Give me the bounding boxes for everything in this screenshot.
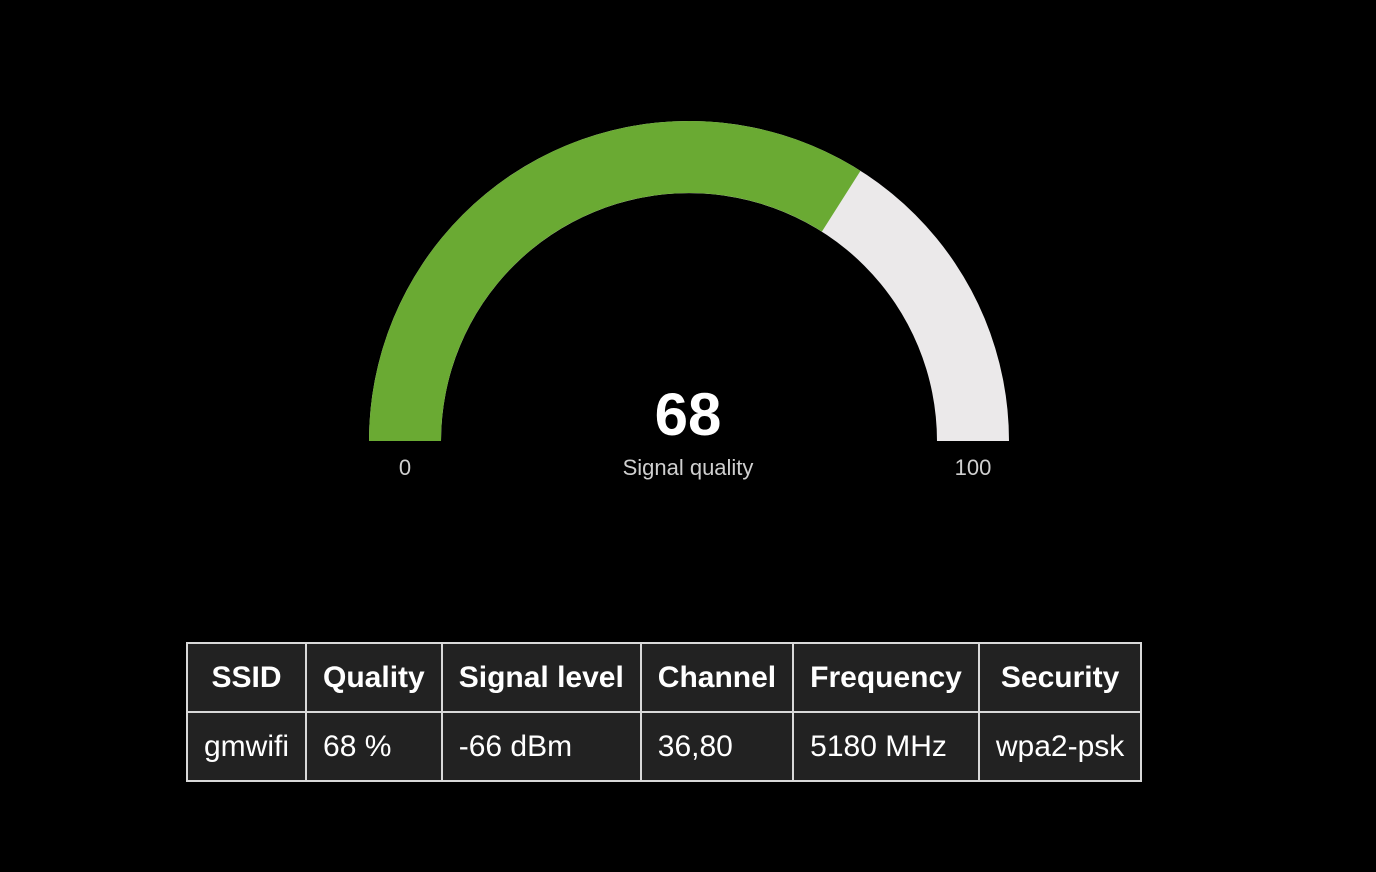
cell-ssid: gmwifi	[185, 711, 308, 782]
cell-signal-level: -66 dBm	[440, 711, 642, 782]
cell-security: wpa2-psk	[977, 711, 1143, 782]
table-header-row: SSID Quality Signal level Channel Freque…	[185, 642, 1143, 713]
signal-page: 68 Signal quality 0 100 SSID Quality Sig…	[0, 0, 1376, 872]
cell-frequency: 5180 MHz	[792, 711, 980, 782]
column-header-channel: Channel	[639, 642, 795, 713]
gauge-label: Signal quality	[622, 455, 754, 480]
table-row: gmwifi 68 % -66 dBm 36,80 5180 MHz wpa2-…	[185, 711, 1143, 782]
column-header-security: Security	[977, 642, 1143, 713]
column-header-ssid: SSID	[185, 642, 308, 713]
gauge-max-label: 100	[954, 455, 992, 480]
column-header-frequency: Frequency	[792, 642, 980, 713]
gauge-value: 68	[654, 381, 722, 448]
column-header-quality: Quality	[305, 642, 443, 713]
cell-channel: 36,80	[639, 711, 795, 782]
cell-quality: 68 %	[305, 711, 443, 782]
gauge-min-label: 0	[398, 455, 412, 480]
column-header-signal-level: Signal level	[440, 642, 642, 713]
wifi-network-table: SSID Quality Signal level Channel Freque…	[185, 642, 1143, 782]
signal-quality-gauge: 68 Signal quality 0 100	[0, 0, 1376, 520]
